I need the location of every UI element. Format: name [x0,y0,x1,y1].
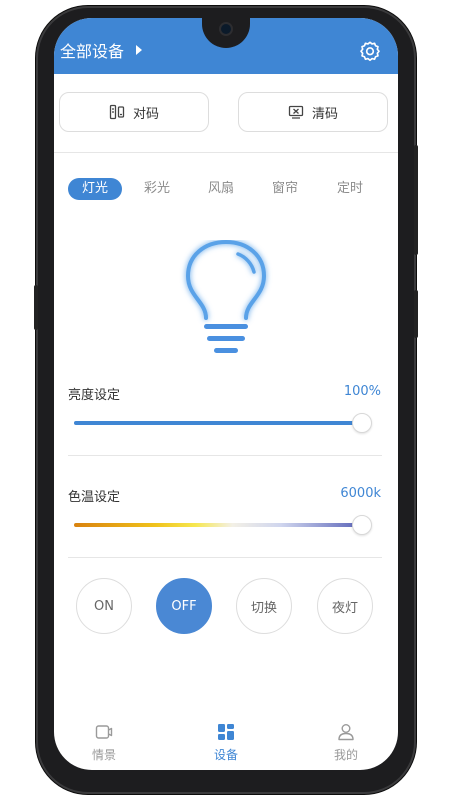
user-icon [338,724,354,741]
scene-icon [95,725,113,739]
brightness-slider-track[interactable] [74,421,362,425]
nav-item-scene[interactable]: 情景 [64,714,144,770]
nav-item-mine[interactable]: 我的 [306,714,386,770]
divider-middle [68,455,382,456]
app-screen: 全部设备 对码 清码 灯光 彩光 风扇 窗帘 定时 亮度设定 100% 色温设定… [54,18,398,770]
nav-label-scene: 情景 [91,748,116,762]
device-grid-icon [218,724,234,740]
clear-code-button[interactable]: 清码 [238,92,388,132]
clear-code-label: 清码 [311,106,338,122]
nav-label-device: 设备 [213,748,238,762]
pair-code-button[interactable]: 对码 [59,92,209,132]
divider-top [54,152,398,153]
toggle-button[interactable]: 切换 [236,578,292,634]
night-light-button[interactable]: 夜灯 [317,578,373,634]
color-temp-label: 色温设定 [68,490,121,505]
brightness-slider-fill [74,421,362,425]
phone-power-button [414,290,418,338]
nav-label-mine: 我的 [333,748,358,762]
on-button[interactable]: ON [76,578,132,634]
brightness-value: 100% [343,384,381,399]
brightness-label: 亮度设定 [68,388,121,403]
gear-icon[interactable] [359,40,381,62]
pair-code-icon [109,104,125,120]
pair-code-label: 对码 [132,106,159,122]
tab-timer[interactable]: 定时 [323,178,377,200]
clear-code-icon [288,105,304,119]
tab-color-light[interactable]: 彩光 [130,178,184,200]
brightness-slider-thumb[interactable] [352,413,372,433]
light-bulb-icon[interactable] [176,240,276,360]
front-camera-icon [221,24,231,34]
tab-fan[interactable]: 风扇 [194,178,248,200]
bottom-navigation: 情景 设备 我的 [54,714,398,770]
nav-item-device[interactable]: 设备 [186,714,266,770]
phone-side-button [34,285,38,330]
header-dropdown-arrow-icon[interactable] [136,45,142,55]
phone-volume-button [414,145,418,255]
header-title[interactable]: 全部设备 [60,42,124,62]
tab-light[interactable]: 灯光 [68,178,122,200]
off-button[interactable]: OFF [156,578,212,634]
category-tabs: 灯光 彩光 风扇 窗帘 定时 [64,178,388,202]
divider-bottom [68,557,382,558]
tab-curtain[interactable]: 窗帘 [258,178,312,200]
color-temp-slider-thumb[interactable] [352,515,372,535]
color-temp-slider-track[interactable] [74,523,362,527]
color-temp-value: 6000k [340,486,381,501]
